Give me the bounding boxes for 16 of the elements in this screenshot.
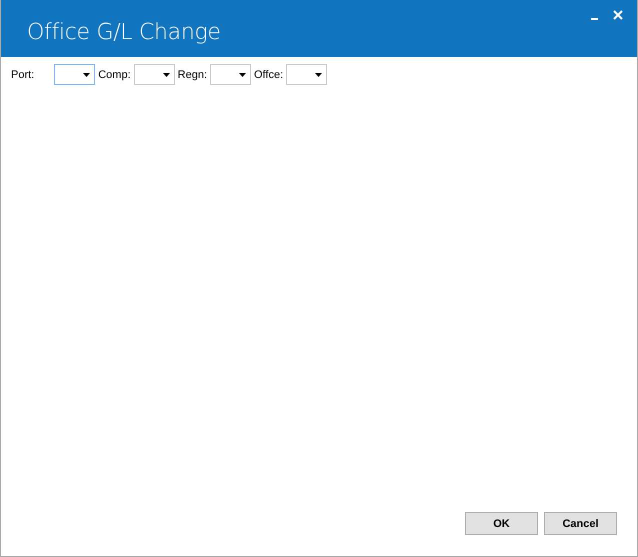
filter-label: Regn:: [178, 68, 207, 80]
dropdown-arrow-icon: [83, 72, 90, 76]
close-icon[interactable]: [613, 10, 623, 20]
filter-label: Comp:: [98, 68, 131, 80]
cancel-button[interactable]: Cancel: [544, 512, 617, 535]
window-title: Office G/L Change: [27, 20, 221, 45]
filter-label: Offce:: [254, 68, 284, 80]
dropdown-field[interactable]: [286, 64, 328, 85]
dropdown-field[interactable]: [210, 64, 251, 85]
dropdown-arrow-icon: [239, 72, 246, 76]
dropdown-field[interactable]: [54, 64, 96, 85]
filter-label: Port:: [11, 68, 34, 80]
ok-button[interactable]: OK: [465, 512, 538, 535]
dropdown-arrow-icon: [162, 72, 170, 76]
dropdown-field[interactable]: [134, 64, 175, 85]
dropdown-arrow-icon: [315, 72, 322, 76]
